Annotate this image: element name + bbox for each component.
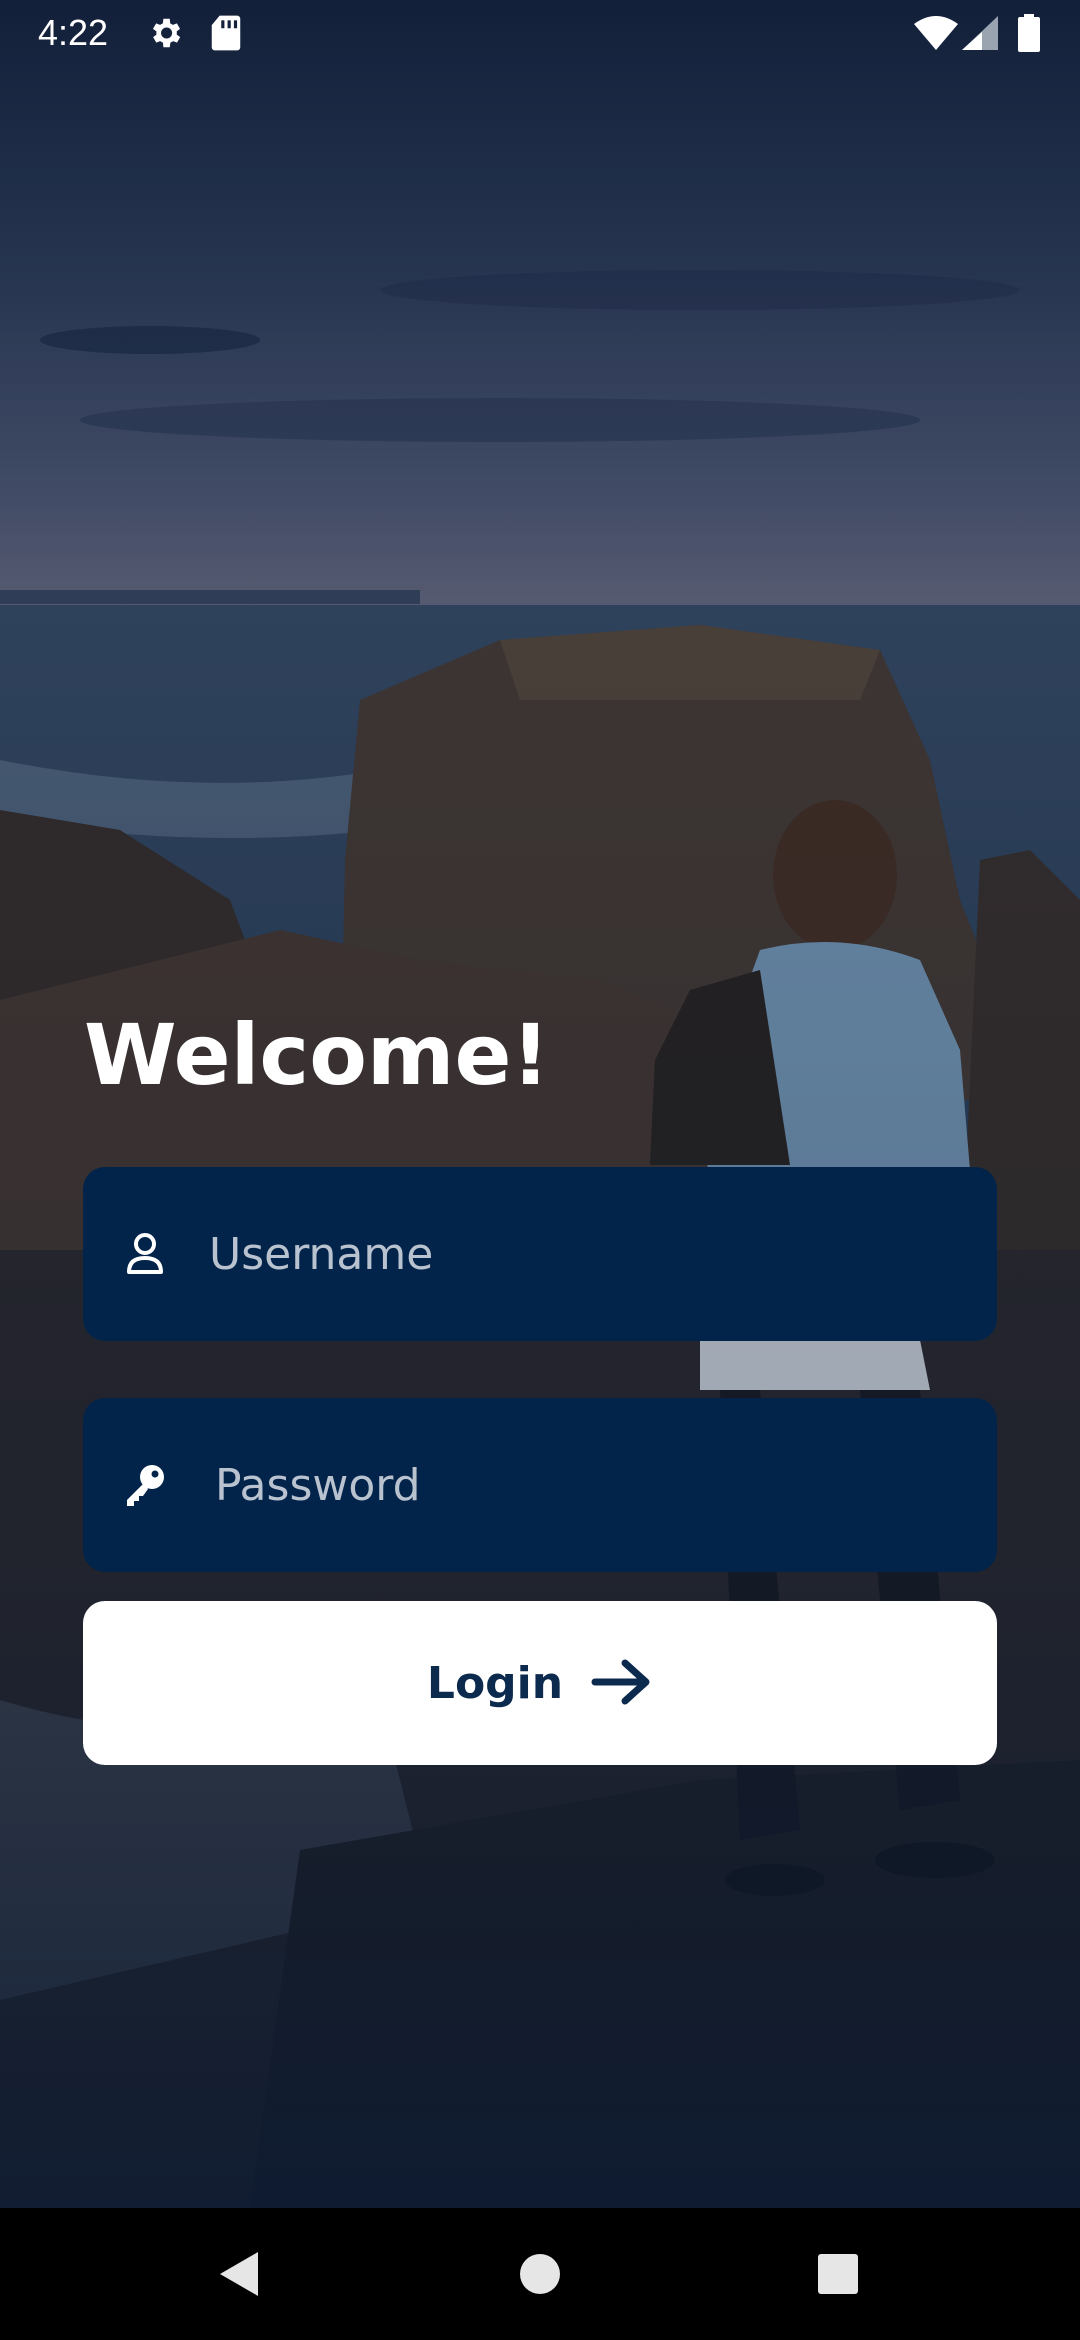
settings-icon xyxy=(146,14,184,56)
sd-card-icon xyxy=(210,14,242,56)
password-field[interactable] xyxy=(83,1398,997,1572)
navigation-bar xyxy=(0,2208,1080,2340)
login-button-label: Login xyxy=(426,1657,564,1709)
home-icon[interactable] xyxy=(510,2244,570,2304)
username-input[interactable] xyxy=(209,1167,969,1341)
status-bar: 4:22 xyxy=(0,0,1080,66)
person-icon xyxy=(117,1226,173,1282)
wifi-icon xyxy=(914,16,958,54)
recents-icon[interactable] xyxy=(808,2244,868,2304)
arrow-right-icon xyxy=(591,1658,653,1709)
password-input[interactable] xyxy=(215,1398,975,1572)
login-screen: 4:22 Welcome! Username Login xyxy=(0,0,1080,2340)
key-icon xyxy=(117,1457,173,1513)
username-field[interactable] xyxy=(83,1167,997,1341)
login-button[interactable]: Login xyxy=(83,1601,997,1765)
back-icon[interactable] xyxy=(210,2244,270,2304)
welcome-title: Welcome! xyxy=(84,1006,550,1104)
status-time: 4:22 xyxy=(38,12,109,53)
battery-icon xyxy=(1018,14,1040,56)
signal-icon xyxy=(962,16,998,54)
